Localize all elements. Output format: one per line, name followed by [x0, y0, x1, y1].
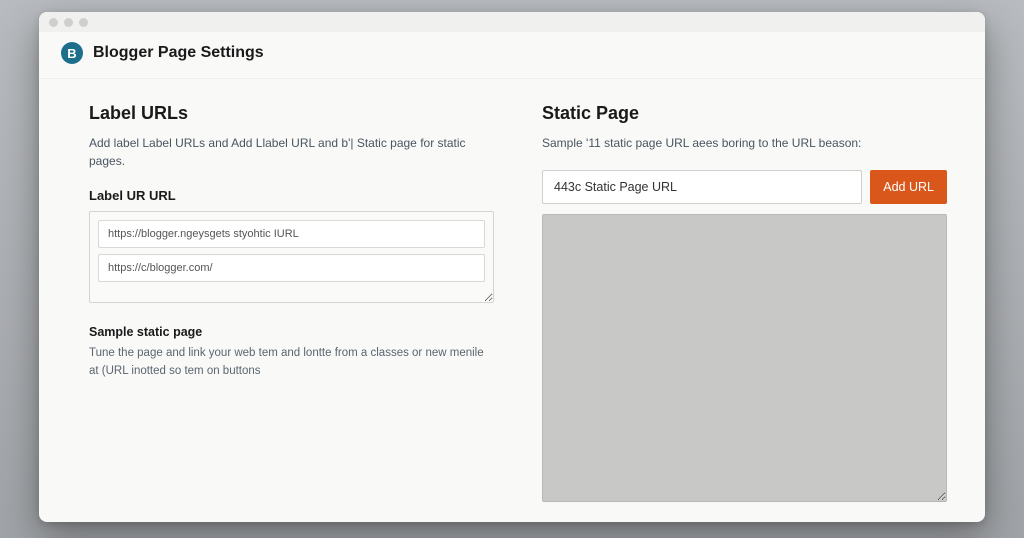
page-header: B Blogger Page Settings — [39, 32, 985, 79]
label-url-input-2[interactable] — [98, 254, 485, 282]
sample-static-page-description: Tune the page and link your web tem and … — [89, 345, 494, 381]
static-page-url-row: Add URL — [542, 170, 947, 204]
label-url-field-label: Label UR URL — [89, 188, 494, 203]
window-titlebar — [39, 12, 985, 32]
label-urls-description: Add label Label URLs and Add Llabel URL … — [89, 134, 494, 170]
blogger-logo-icon: B — [61, 42, 83, 64]
static-page-heading: Static Page — [542, 103, 947, 124]
app-window: B Blogger Page Settings Label URLs Add l… — [39, 12, 985, 522]
label-url-list[interactable] — [89, 211, 494, 303]
window-close-dot[interactable] — [49, 18, 58, 27]
page-title: Blogger Page Settings — [93, 44, 264, 62]
left-column: Label URLs Add label Label URLs and Add … — [89, 103, 494, 502]
static-page-content-area[interactable] — [542, 214, 947, 502]
static-page-url-input[interactable] — [542, 170, 862, 204]
sample-static-page-heading: Sample static page — [89, 325, 494, 339]
label-urls-heading: Label URLs — [89, 103, 494, 124]
label-url-input-1[interactable] — [98, 220, 485, 248]
content-area: Label URLs Add label Label URLs and Add … — [39, 79, 985, 522]
right-column: Static Page Sample '11 static page URL a… — [542, 103, 947, 502]
window-zoom-dot[interactable] — [79, 18, 88, 27]
static-page-description: Sample '11 static page URL aees boring t… — [542, 134, 947, 152]
window-minimize-dot[interactable] — [64, 18, 73, 27]
add-url-button[interactable]: Add URL — [870, 170, 947, 204]
